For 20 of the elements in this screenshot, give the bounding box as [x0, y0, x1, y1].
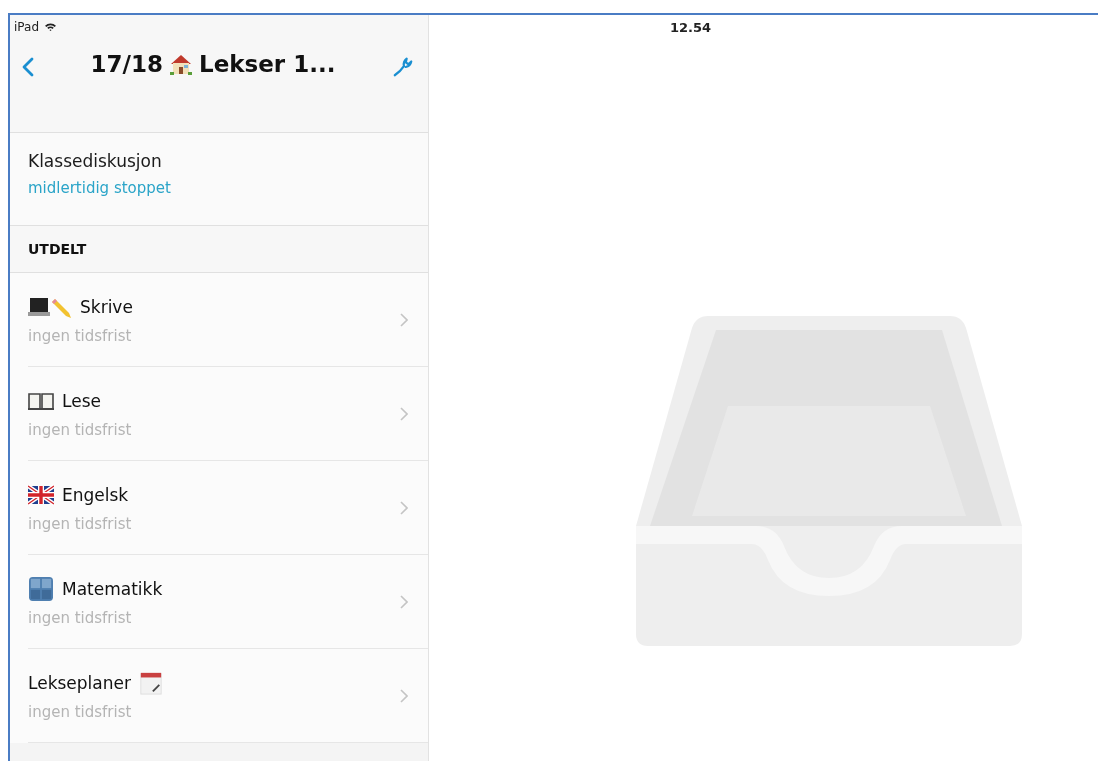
chevron-icon	[400, 594, 408, 609]
assignment-row[interactable]: Engelsk ingen tidsfrist	[28, 461, 428, 555]
device-name: iPad	[14, 20, 39, 34]
back-icon[interactable]	[22, 57, 34, 77]
chevron-icon	[400, 406, 408, 421]
nav-title: Lekser 1...	[199, 51, 336, 77]
assignment-row[interactable]: Skrive ingen tidsfrist	[28, 273, 428, 367]
status-time: 12.54	[670, 19, 712, 35]
numbers-icon	[28, 576, 54, 601]
wrench-icon[interactable]	[392, 56, 414, 78]
chevron-icon	[400, 312, 408, 327]
flag-icon	[28, 482, 54, 507]
calendar-icon	[138, 670, 163, 695]
nav-title: 17/18	[90, 51, 163, 77]
chevron-icon	[400, 688, 408, 703]
assignment-row[interactable]: Lese ingen tidsfrist	[28, 367, 428, 461]
section-header: UTDELT	[28, 241, 87, 257]
assignment-row[interactable]: Matematikk ingen tidsfrist	[28, 555, 428, 649]
chevron-icon	[400, 500, 408, 515]
house-icon	[169, 53, 193, 75]
